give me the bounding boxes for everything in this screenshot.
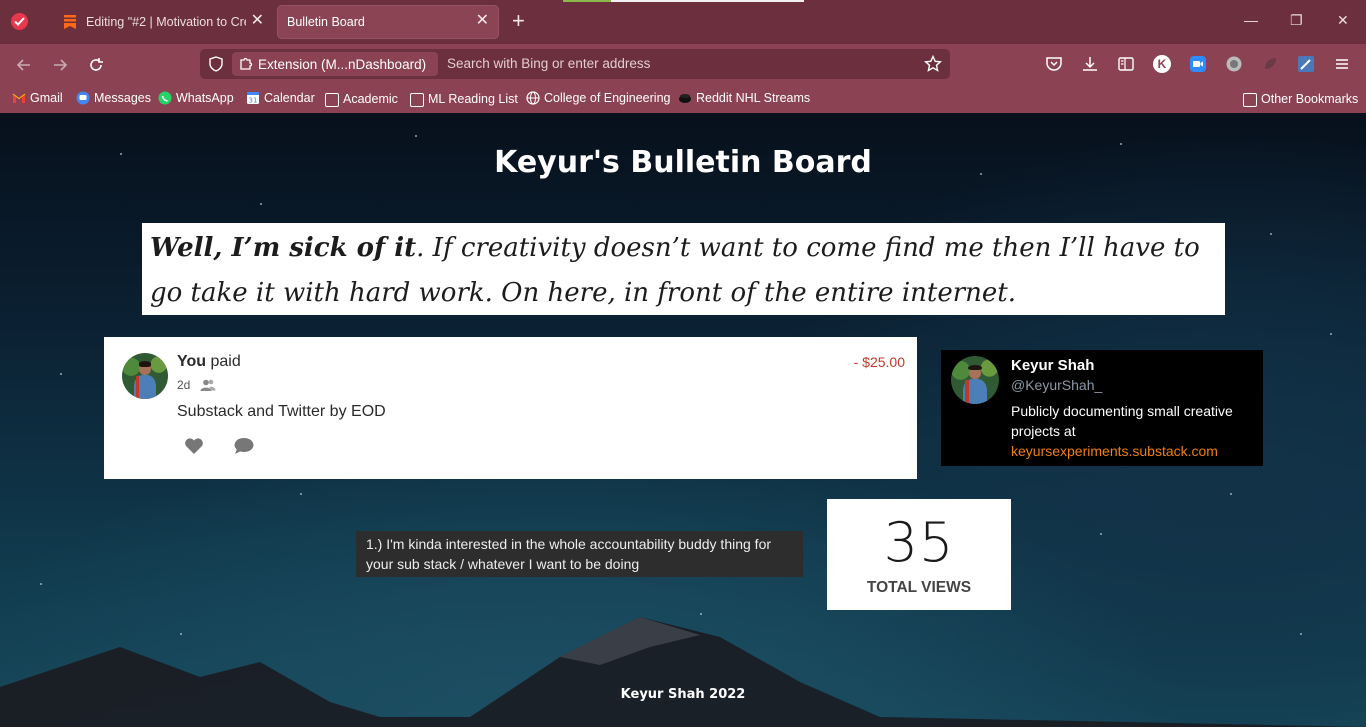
extension-pen-icon[interactable] xyxy=(1297,55,1315,73)
mountain-silhouette xyxy=(0,617,1366,727)
twitter-bio: Publicly documenting small creative proj… xyxy=(1011,403,1233,459)
comment-note: 1.) I'm kinda interested in the whole ac… xyxy=(356,531,803,577)
address-bar[interactable]: Extension (M...nDashboard) Search with B… xyxy=(200,49,950,79)
comment-bubble-icon[interactable] xyxy=(233,437,255,460)
download-icon[interactable] xyxy=(1081,55,1099,73)
bookmark-ml-reading-list[interactable]: ML Reading List xyxy=(410,91,518,107)
shield-icon[interactable] xyxy=(208,56,224,77)
quote-bold: Well, I’m sick of it xyxy=(150,233,417,263)
gmail-icon xyxy=(12,91,26,105)
tab-bar: Editing "#2 | Motivation to Crea ✕ Bulle… xyxy=(0,0,1366,44)
extension-identity-pill[interactable]: Extension (M...nDashboard) xyxy=(232,52,438,76)
page-title: Keyur's Bulletin Board xyxy=(494,145,872,180)
bookmark-whatsapp[interactable]: WhatsApp xyxy=(158,91,234,105)
address-input[interactable]: Search with Bing or enter address xyxy=(447,56,650,71)
other-bookmarks[interactable]: Other Bookmarks xyxy=(1243,91,1358,107)
twitter-name: Keyur Shah xyxy=(1011,357,1095,374)
bookmark-calendar[interactable]: 31 Calendar xyxy=(246,91,315,105)
like-heart-icon[interactable] xyxy=(184,437,204,460)
globe-icon xyxy=(526,91,540,105)
extension-leaf-icon[interactable] xyxy=(1261,55,1279,73)
view-counter: 35 TOTAL VIEWS xyxy=(827,499,1011,610)
messages-icon xyxy=(76,91,90,105)
new-tab-button[interactable]: + xyxy=(512,10,525,32)
payment-header: You paid xyxy=(177,353,241,370)
folder-icon xyxy=(1243,93,1257,107)
reddit-icon xyxy=(678,91,692,105)
tab-editing[interactable]: Editing "#2 | Motivation to Crea ✕ xyxy=(52,5,274,39)
loading-indicator xyxy=(563,0,804,2)
tab-title: Editing "#2 | Motivation to Crea xyxy=(86,15,246,29)
view-count: 35 xyxy=(883,511,955,574)
friends-visibility-icon xyxy=(200,378,216,396)
bookmark-star-icon[interactable] xyxy=(923,54,943,78)
substack-link[interactable]: keyursexperiments.substack.com xyxy=(1011,443,1218,459)
view-count-label: TOTAL VIEWS xyxy=(866,579,972,596)
sidebar-toggle-icon[interactable] xyxy=(1117,55,1135,73)
payment-note: Substack and Twitter by EOD xyxy=(177,403,386,420)
avatar xyxy=(122,353,168,399)
bookmark-academic[interactable]: Academic xyxy=(325,91,398,107)
bulletin-board-page: Keyur's Bulletin Board Well, I’m sick of… xyxy=(0,113,1366,727)
tab-title: Bulletin Board xyxy=(287,15,365,29)
venmo-payment-card: You paid 2d - $25.00 Substack and Twitte… xyxy=(104,337,917,479)
payment-time: 2d xyxy=(177,378,191,392)
reload-icon[interactable] xyxy=(86,55,106,75)
bookmark-messages[interactable]: Messages xyxy=(76,91,151,105)
whatsapp-icon xyxy=(158,91,172,105)
quote-box: Well, I’m sick of it. If creativity does… xyxy=(142,223,1225,315)
folder-icon xyxy=(325,93,339,107)
todoist-check-icon[interactable] xyxy=(11,13,28,30)
page-footer: Keyur Shah 2022 xyxy=(620,687,746,702)
close-tab-icon[interactable]: ✕ xyxy=(251,13,264,29)
bookmarks-toolbar: Gmail Messages WhatsApp 31 Calendar Acad… xyxy=(0,86,1366,113)
calendar-icon: 31 xyxy=(246,91,260,105)
forward-arrow-icon[interactable] xyxy=(50,55,70,75)
record-icon[interactable] xyxy=(1225,55,1243,73)
tab-bulletin-board[interactable]: Bulletin Board ✕ xyxy=(277,5,499,39)
extension-label: Extension (M...nDashboard) xyxy=(258,56,427,72)
bookmark-college-of-engineering[interactable]: College of Engineering xyxy=(526,91,670,105)
close-window-button[interactable]: ✕ xyxy=(1337,12,1349,29)
twitter-handle: @KeyurShah_ xyxy=(1011,377,1103,393)
hamburger-menu-icon[interactable] xyxy=(1333,55,1351,73)
pocket-icon[interactable] xyxy=(1045,55,1063,73)
folder-icon xyxy=(410,93,424,107)
zoom-icon[interactable] xyxy=(1189,55,1207,73)
profile-avatar[interactable]: K xyxy=(1153,55,1171,73)
substack-icon xyxy=(62,14,78,30)
close-tab-icon[interactable]: ✕ xyxy=(476,13,489,29)
restore-button[interactable]: ❐ xyxy=(1290,12,1303,29)
avatar xyxy=(951,356,999,404)
puzzle-icon xyxy=(239,56,254,74)
payment-amount: - $25.00 xyxy=(853,354,905,370)
back-arrow-icon[interactable] xyxy=(14,55,34,75)
svg-text:31: 31 xyxy=(249,97,258,105)
bookmark-gmail[interactable]: Gmail xyxy=(12,91,63,105)
minimize-button[interactable]: — xyxy=(1244,12,1258,28)
twitter-profile-card: Keyur Shah @KeyurShah_ Publicly document… xyxy=(941,350,1263,466)
bookmark-reddit-nhl-streams[interactable]: Reddit NHL Streams xyxy=(678,91,810,105)
